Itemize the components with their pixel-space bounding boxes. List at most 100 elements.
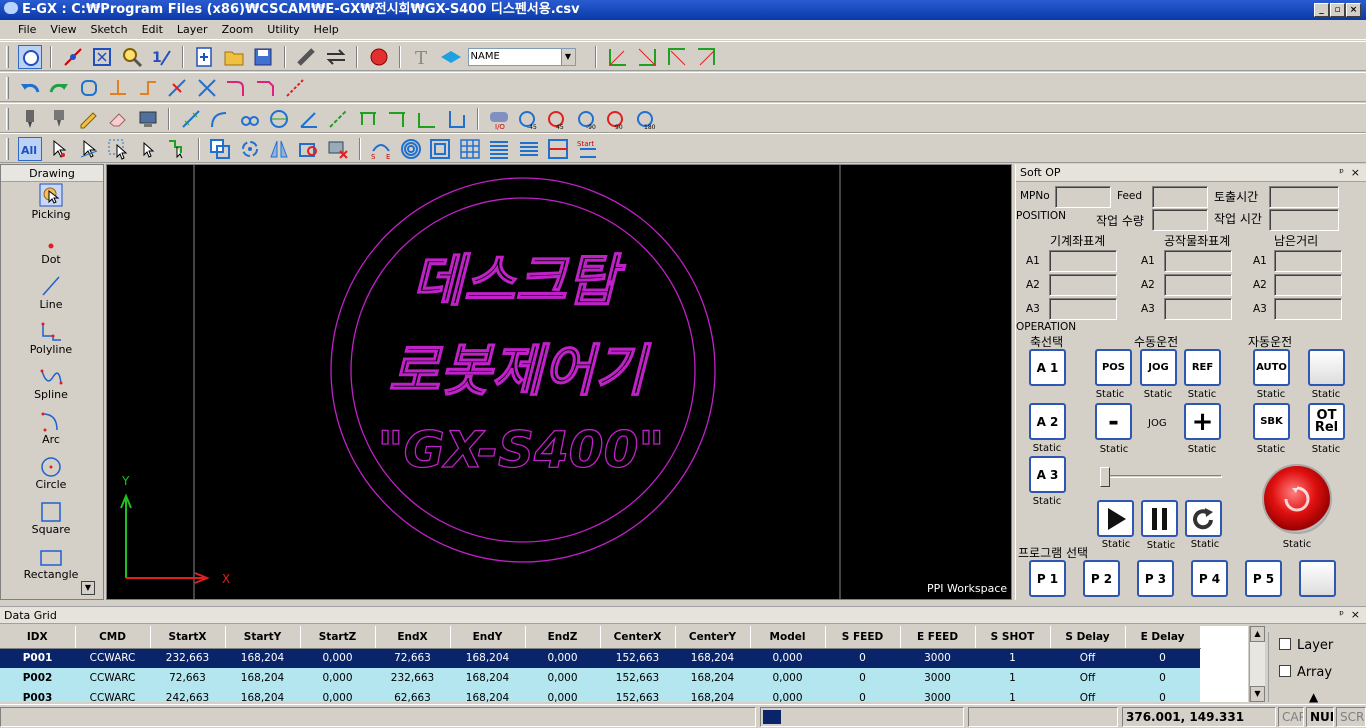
column-header[interactable]: S FEED xyxy=(825,626,901,649)
sbk-button[interactable]: SBK xyxy=(1253,403,1290,440)
column-header[interactable]: E FEED xyxy=(900,626,976,649)
text-icon[interactable]: T xyxy=(410,45,434,69)
scroll-down-icon[interactable]: ▼ xyxy=(1250,686,1265,702)
play-button[interactable] xyxy=(1097,500,1134,537)
rotate-180-icon[interactable]: 180 xyxy=(635,107,659,131)
table-cell[interactable]: 1 xyxy=(975,688,1050,702)
menu-layer[interactable]: Layer xyxy=(170,20,215,40)
close-button[interactable]: × xyxy=(1346,3,1361,17)
pin-icon[interactable]: ᵖ xyxy=(1339,164,1344,182)
dim-arc-icon[interactable] xyxy=(208,107,232,131)
table-cell[interactable]: 168,204 xyxy=(225,648,300,668)
drawing-canvas[interactable]: 데스크탑 로봇제어기 "GX-S400" Y X PPI Workspace xyxy=(106,164,1012,600)
minimize-button[interactable]: _ xyxy=(1314,3,1329,17)
table-cell[interactable]: CCWARC xyxy=(75,688,150,702)
table-cell[interactable]: 168,204 xyxy=(450,668,525,688)
table-row[interactable]: P002 CCWARC 72,663 168,204 0,000 232,663 168,2… xyxy=(0,668,1248,688)
ref-button[interactable]: REF xyxy=(1184,349,1221,386)
origin-tr-icon[interactable] xyxy=(635,45,659,69)
jog-button[interactable]: JOG xyxy=(1140,349,1177,386)
rotate-45-icon[interactable]: 45 xyxy=(546,107,570,131)
column-header[interactable]: EndY xyxy=(450,626,526,649)
tool-arc[interactable]: Arc xyxy=(1,407,101,452)
a2-button[interactable]: A 2 xyxy=(1029,403,1066,440)
start-point-icon[interactable]: Start xyxy=(576,137,600,161)
table-cell[interactable]: P001 xyxy=(0,648,75,668)
table-cell[interactable]: Off xyxy=(1050,688,1125,702)
jog-minus-button[interactable]: - xyxy=(1095,403,1132,440)
pocket-icon[interactable] xyxy=(428,137,452,161)
table-cell[interactable]: 168,204 xyxy=(675,668,750,688)
table-cell[interactable]: 152,663 xyxy=(600,688,675,702)
rotate-neg90-icon[interactable]: -90 xyxy=(576,107,600,131)
select-box-icon[interactable] xyxy=(106,137,130,161)
chamfer-icon[interactable] xyxy=(254,76,278,100)
grid-fill-icon[interactable] xyxy=(458,137,482,161)
tool-circle[interactable]: Circle xyxy=(1,452,101,497)
column-header[interactable]: S Delay xyxy=(1050,626,1126,649)
hatch-horizontal-icon[interactable] xyxy=(487,137,511,161)
jog-speed-slider[interactable] xyxy=(1100,467,1222,488)
stop-record-icon[interactable] xyxy=(367,45,391,69)
table-cell[interactable]: 232,663 xyxy=(375,668,450,688)
restore-button[interactable]: ▫ xyxy=(1330,3,1345,17)
mirror-icon[interactable] xyxy=(267,137,291,161)
dim-parallel-icon[interactable] xyxy=(238,107,262,131)
column-header[interactable]: EndZ xyxy=(525,626,601,649)
path-start-end-icon[interactable]: SE xyxy=(369,137,393,161)
program-blank-button[interactable] xyxy=(1299,560,1336,597)
auto-button[interactable]: AUTO xyxy=(1253,349,1290,386)
fillet-icon[interactable] xyxy=(224,76,248,100)
table-cell[interactable]: 0 xyxy=(1125,668,1200,688)
delete-object-icon[interactable] xyxy=(326,137,350,161)
dim-vertical-icon[interactable] xyxy=(385,107,409,131)
scroll-up-icon[interactable]: ▲ xyxy=(1250,626,1265,642)
array-checkbox[interactable]: Array xyxy=(1279,665,1332,680)
pos-button[interactable]: POS xyxy=(1095,349,1132,386)
new-file-icon[interactable] xyxy=(192,45,216,69)
layer-checkbox-box[interactable] xyxy=(1279,638,1291,650)
zoom-one-icon[interactable]: 1 xyxy=(149,45,173,69)
program-p3-button[interactable]: P 3 xyxy=(1137,560,1174,597)
pause-button[interactable] xyxy=(1141,500,1178,537)
table-cell[interactable]: Off xyxy=(1050,648,1125,668)
menu-sketch[interactable]: Sketch xyxy=(84,20,135,40)
line-measure-icon[interactable] xyxy=(61,45,85,69)
column-header[interactable]: StartZ xyxy=(300,626,376,649)
table-row[interactable]: P003 CCWARC 242,663 168,204 0,000 62,663 168,2… xyxy=(0,688,1248,702)
table-cell[interactable]: 0,000 xyxy=(525,648,600,668)
table-cell[interactable]: CCWARC xyxy=(75,648,150,668)
undo-icon[interactable] xyxy=(18,76,42,100)
dim-horizontal-icon[interactable] xyxy=(356,107,380,131)
table-cell[interactable]: 0,000 xyxy=(525,668,600,688)
name-select[interactable]: NAME ▼ xyxy=(467,48,576,66)
hatch-lines-icon[interactable] xyxy=(517,137,541,161)
table-cell[interactable]: 232,663 xyxy=(150,648,225,668)
slider-thumb[interactable] xyxy=(1100,467,1110,487)
table-cell[interactable]: CCWARC xyxy=(75,668,150,688)
pencil-icon[interactable] xyxy=(77,107,101,131)
table-cell[interactable]: 3000 xyxy=(900,688,975,702)
scale-icon[interactable] xyxy=(297,137,321,161)
table-cell[interactable]: 0 xyxy=(825,668,900,688)
dim-diameter-icon[interactable] xyxy=(267,107,291,131)
table-cell[interactable]: 62,663 xyxy=(375,688,450,702)
menu-edit[interactable]: Edit xyxy=(135,20,170,40)
table-cell[interactable]: 168,204 xyxy=(450,688,525,702)
a1-button[interactable]: A 1 xyxy=(1029,349,1066,386)
menu-utility[interactable]: Utility xyxy=(260,20,306,40)
offset-icon[interactable] xyxy=(77,76,101,100)
column-header[interactable]: EndX xyxy=(375,626,451,649)
grid-vertical-scrollbar[interactable]: ▲ ▼ xyxy=(1249,626,1265,702)
nozzle-icon[interactable] xyxy=(47,107,71,131)
select-mode-icon[interactable] xyxy=(17,45,42,69)
spiral-icon[interactable] xyxy=(399,137,423,161)
pin-icon[interactable]: ᵖ xyxy=(1339,606,1344,624)
column-header[interactable]: CenterY xyxy=(675,626,751,649)
table-cell[interactable]: 168,204 xyxy=(675,648,750,668)
origin-bl-icon[interactable] xyxy=(665,45,689,69)
rotate-90-icon[interactable]: 90 xyxy=(605,107,629,131)
program-p1-button[interactable]: P 1 xyxy=(1029,560,1066,597)
save-icon[interactable] xyxy=(251,45,275,69)
program-p5-button[interactable]: P 5 xyxy=(1245,560,1282,597)
